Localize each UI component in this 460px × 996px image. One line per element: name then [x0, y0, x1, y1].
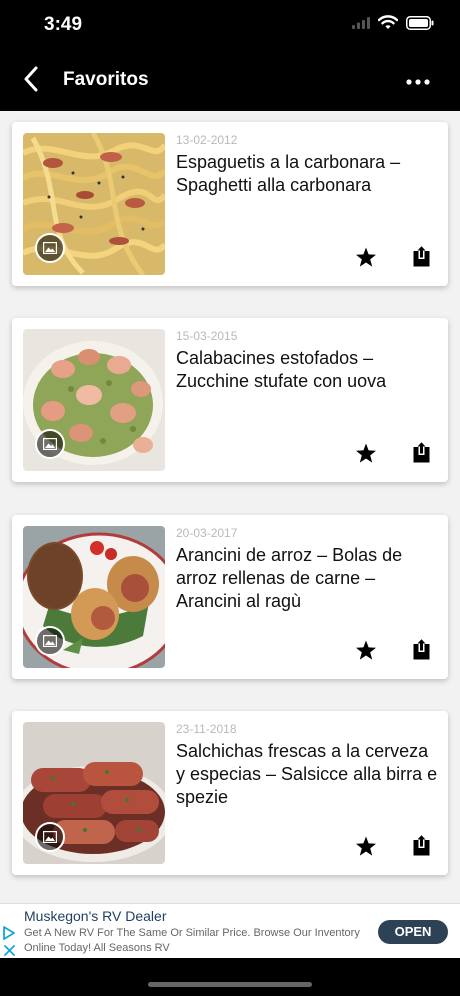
back-button[interactable] [14, 64, 48, 98]
star-icon [355, 836, 377, 862]
page-title: Favoritos [63, 69, 149, 90]
share-icon [413, 835, 430, 861]
favorite-button[interactable] [352, 639, 380, 667]
recipe-photo[interactable] [23, 133, 165, 275]
recipe-photo[interactable] [23, 526, 165, 668]
recipe-card[interactable]: 13-02-2012 Espaguetis a la carbonara – S… [12, 122, 448, 286]
gallery-badge [35, 822, 65, 852]
recipe-date: 23-11-2018 [176, 722, 237, 736]
ellipsis-icon [406, 72, 430, 90]
ad-banner[interactable]: Muskegon's RV Dealer Get A New RV For Th… [0, 903, 460, 958]
recipe-date: 20-03-2017 [176, 526, 238, 540]
star-icon [355, 247, 377, 273]
image-gallery-icon [43, 242, 57, 254]
share-icon [413, 246, 430, 272]
share-button[interactable] [408, 245, 434, 273]
ad-title[interactable]: Muskegon's RV Dealer [24, 908, 166, 924]
image-gallery-icon [43, 438, 57, 450]
battery-icon [406, 15, 434, 35]
star-icon [355, 443, 377, 469]
share-icon [413, 639, 430, 665]
ad-open-button[interactable]: OPEN [378, 920, 448, 944]
favorite-button[interactable] [352, 442, 380, 470]
gallery-badge [35, 429, 65, 459]
wifi-icon [377, 15, 399, 35]
star-icon [355, 640, 377, 666]
recipe-photo[interactable] [23, 722, 165, 864]
favorite-button[interactable] [352, 246, 380, 274]
status-bar: 3:49 [0, 0, 460, 52]
favorite-button[interactable] [352, 835, 380, 863]
recipe-title[interactable]: Calabacines estofados – Zucchine stufate… [176, 347, 438, 393]
image-gallery-icon [43, 635, 57, 647]
status-time: 3:49 [44, 14, 83, 35]
recipe-title[interactable]: Salchichas frescas a la cerveza y especi… [176, 740, 438, 809]
chevron-left-icon [23, 66, 39, 97]
recipe-card[interactable]: 15-03-2015 Calabacines estofados – Zucch… [12, 318, 448, 482]
navigation-bar: Favoritos [0, 52, 460, 111]
image-gallery-icon [43, 831, 57, 843]
recipe-card[interactable]: 23-11-2018 Salchichas frescas a la cerve… [12, 711, 448, 875]
recipe-date: 15-03-2015 [176, 329, 238, 343]
recipe-title[interactable]: Espaguetis a la carbonara – Spaghetti al… [176, 151, 438, 197]
recipe-card[interactable]: 20-03-2017 Arancini de arroz – Bolas de … [12, 515, 448, 679]
more-options-button[interactable] [390, 64, 446, 98]
recipe-photo[interactable] [23, 329, 165, 471]
signal-icon [352, 16, 370, 34]
ad-description-text: Get A New RV For The Same Or Similar Pri… [24, 927, 360, 954]
gallery-badge [35, 626, 65, 656]
share-button[interactable] [408, 638, 434, 666]
status-icons [352, 15, 434, 35]
ad-description: Get A New RV For The Same Or Similar Pri… [24, 926, 364, 956]
favorites-list[interactable]: 13-02-2012 Espaguetis a la carbonara – S… [0, 111, 460, 903]
share-button[interactable] [408, 834, 434, 862]
recipe-date: 13-02-2012 [176, 133, 238, 147]
home-indicator[interactable] [148, 982, 312, 987]
recipe-title[interactable]: Arancini de arroz – Bolas de arroz relle… [176, 544, 438, 613]
ad-advertiser: All Seasons RV [93, 942, 170, 954]
bottom-safe-area [0, 958, 460, 996]
share-icon [413, 442, 430, 468]
gallery-badge [35, 233, 65, 263]
share-button[interactable] [408, 441, 434, 469]
